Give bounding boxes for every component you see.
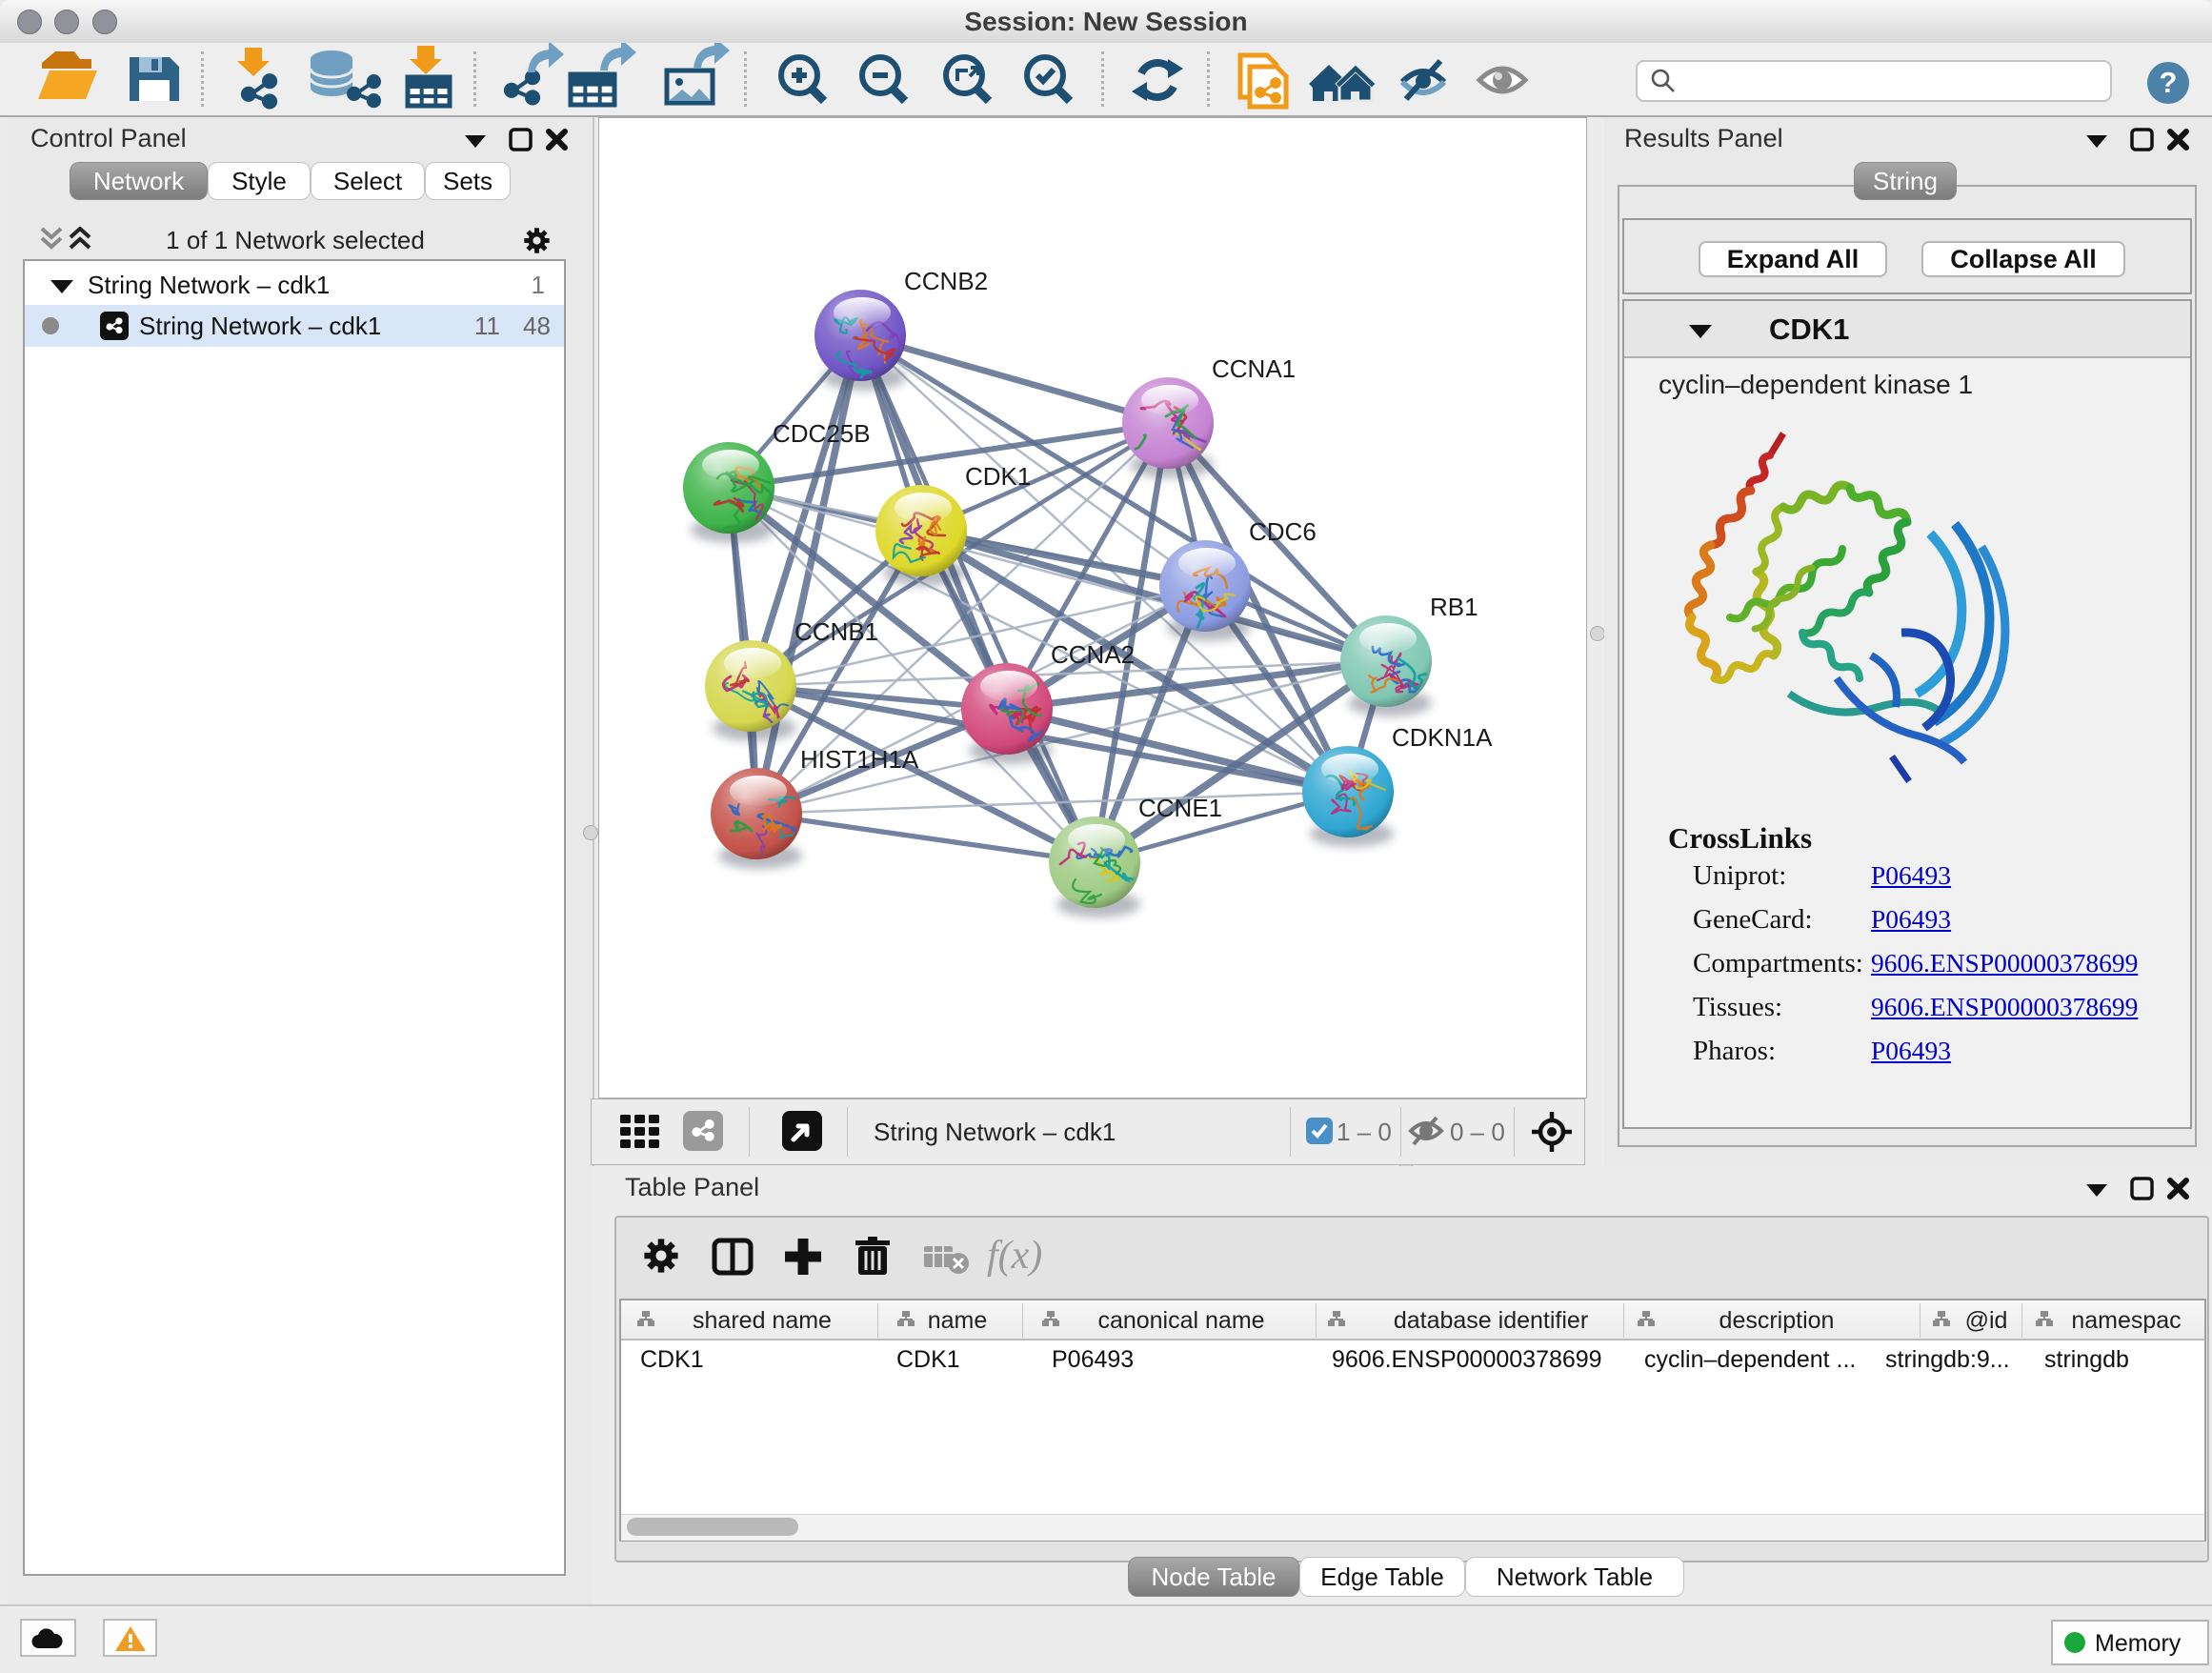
svg-text:CCNB2: CCNB2 xyxy=(904,267,988,295)
svg-text:CDC6: CDC6 xyxy=(1249,517,1317,546)
svg-text:CCNA2: CCNA2 xyxy=(1051,640,1135,669)
svg-text:HIST1H1A: HIST1H1A xyxy=(800,745,919,774)
svg-text:RB1: RB1 xyxy=(1430,593,1478,621)
svg-text:CDC25B: CDC25B xyxy=(773,419,871,448)
svg-text:CCNA1: CCNA1 xyxy=(1212,354,1296,383)
svg-text:CCNE1: CCNE1 xyxy=(1138,794,1222,822)
svg-text:CDK1: CDK1 xyxy=(965,462,1031,491)
svg-text:CCNB1: CCNB1 xyxy=(794,617,878,646)
svg-text:CDKN1A: CDKN1A xyxy=(1392,723,1493,752)
